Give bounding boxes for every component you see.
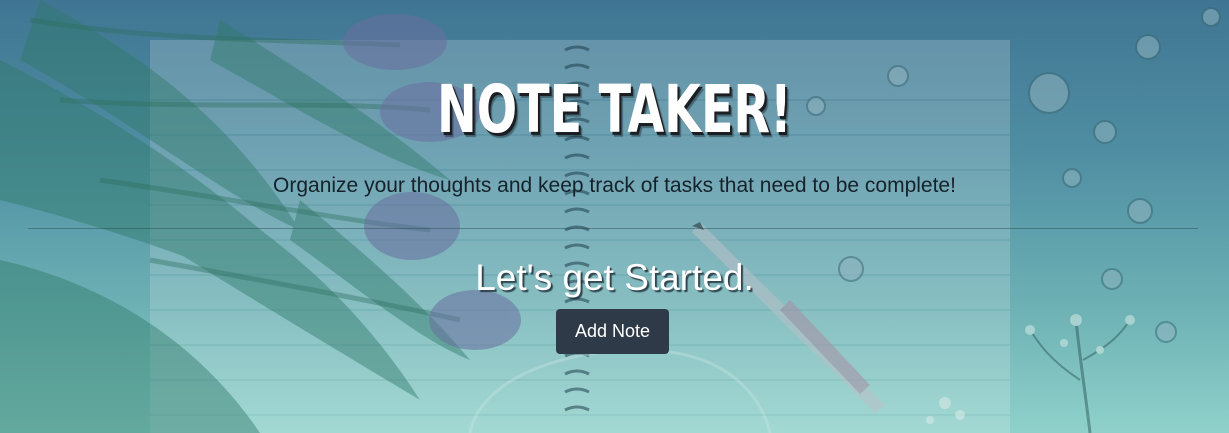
page-title: NOTE TAKER!: [437, 71, 792, 148]
divider: [28, 228, 1198, 229]
page-subtitle: Organize your thoughts and keep track of…: [273, 174, 956, 197]
lead-text: Let's get Started.: [475, 257, 754, 298]
jumbotron: NOTE TAKER! Organize your thoughts and k…: [0, 0, 1229, 433]
hero-content: NOTE TAKER! Organize your thoughts and k…: [0, 0, 1229, 433]
add-note-button[interactable]: Add Note: [556, 309, 669, 354]
